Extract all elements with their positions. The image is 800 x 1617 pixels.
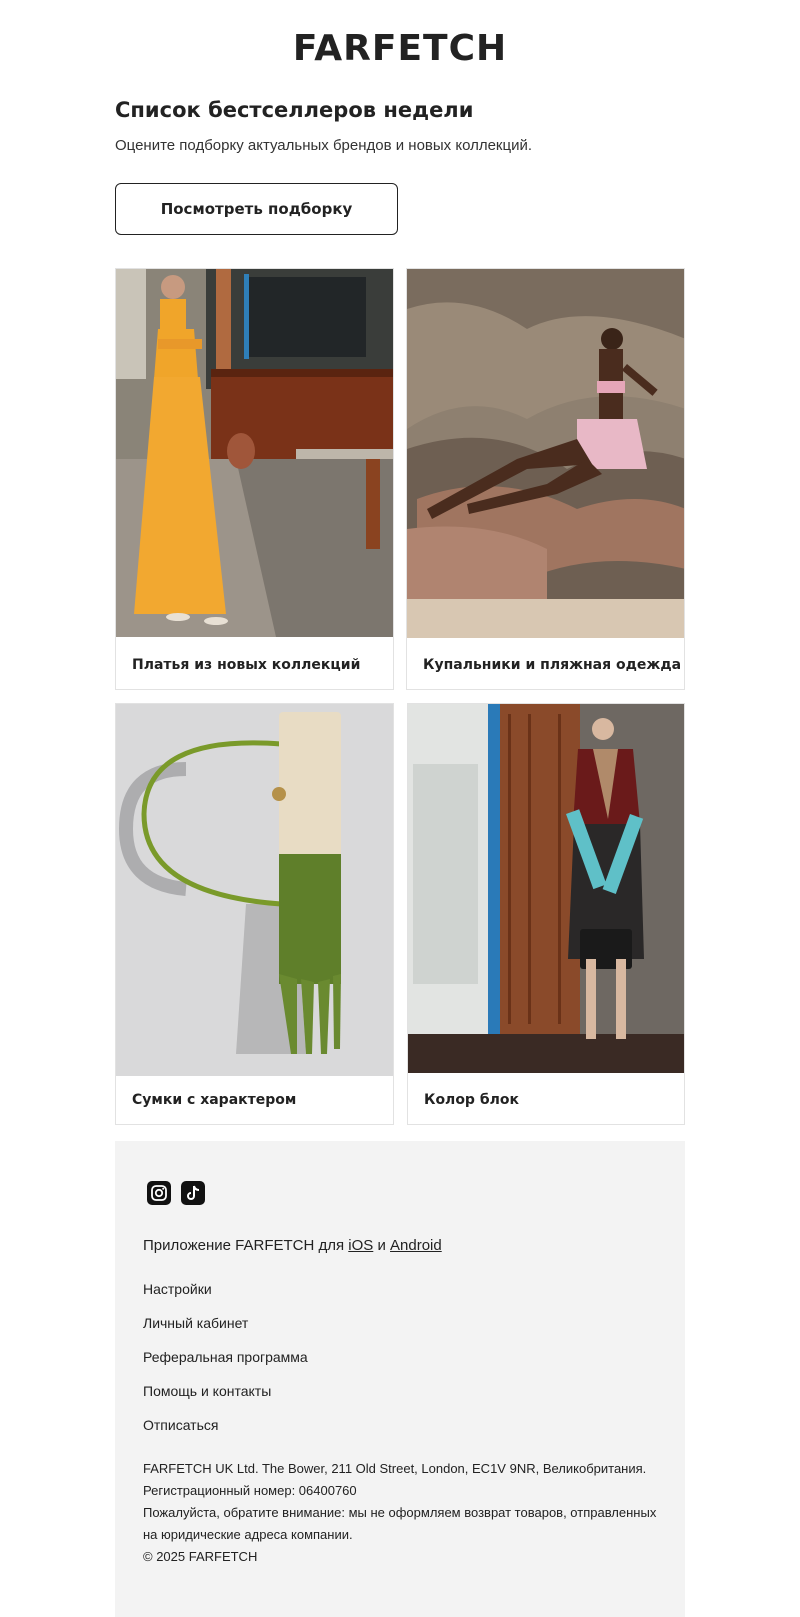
product-card-dresses[interactable]: Платья из новых коллекций <box>115 268 394 690</box>
app-and-text: и <box>377 1237 386 1254</box>
page-subtitle: Оцените подборку актуальных брендов и но… <box>115 137 533 154</box>
view-selection-button[interactable]: Посмотреть подборку <box>115 183 398 235</box>
instagram-icon[interactable] <box>147 1181 171 1205</box>
android-link[interactable]: Android <box>390 1237 442 1254</box>
legal-registration: Регистрационный номер: 06400760 <box>143 1483 357 1498</box>
card-caption: Сумки с характером <box>132 1092 297 1108</box>
farfetch-logo[interactable]: FARFETCH <box>0 28 800 69</box>
footer-link-referral[interactable]: Реферальная программа <box>143 1349 308 1365</box>
footer: Приложение FARFETCH для iOS и Android На… <box>115 1141 685 1617</box>
legal-text: FARFETCH UK Ltd. The Bower, 211 Old Stre… <box>143 1458 663 1568</box>
footer-link-settings[interactable]: Настройки <box>143 1281 212 1297</box>
copyright: © 2025 FARFETCH <box>143 1549 258 1564</box>
product-card-bags[interactable]: Сумки с характером <box>115 703 394 1125</box>
card-caption: Платья из новых коллекций <box>132 657 361 673</box>
swimwear-image[interactable] <box>407 269 684 638</box>
card-caption: Колор блок <box>424 1092 519 1108</box>
footer-link-help[interactable]: Помощь и контакты <box>143 1383 271 1399</box>
ios-link[interactable]: iOS <box>348 1237 373 1254</box>
dresses-image[interactable] <box>116 269 393 637</box>
footer-link-unsubscribe[interactable]: Отписаться <box>143 1417 218 1433</box>
legal-address: FARFETCH UK Ltd. The Bower, 211 Old Stre… <box>143 1461 647 1476</box>
footer-link-account[interactable]: Личный кабинет <box>143 1315 248 1331</box>
legal-returns-note: Пожалуйста, обратите внимание: мы не офо… <box>143 1505 657 1520</box>
legal-returns-note-cont: на юридические адреса компании. <box>143 1527 353 1542</box>
tiktok-icon[interactable] <box>181 1181 205 1205</box>
product-card-swimwear[interactable]: Купальники и пляжная одежда <box>406 268 685 690</box>
app-prefix-text: Приложение FARFETCH для <box>143 1237 345 1254</box>
product-card-color-block[interactable]: Колор блок <box>407 703 685 1125</box>
card-caption: Купальники и пляжная одежда <box>423 657 682 673</box>
bags-image[interactable] <box>116 704 393 1076</box>
color-block-image[interactable] <box>408 704 684 1073</box>
app-download-line: Приложение FARFETCH для iOS и Android <box>143 1237 442 1254</box>
page-title: Список бестселлеров недели <box>115 98 474 122</box>
